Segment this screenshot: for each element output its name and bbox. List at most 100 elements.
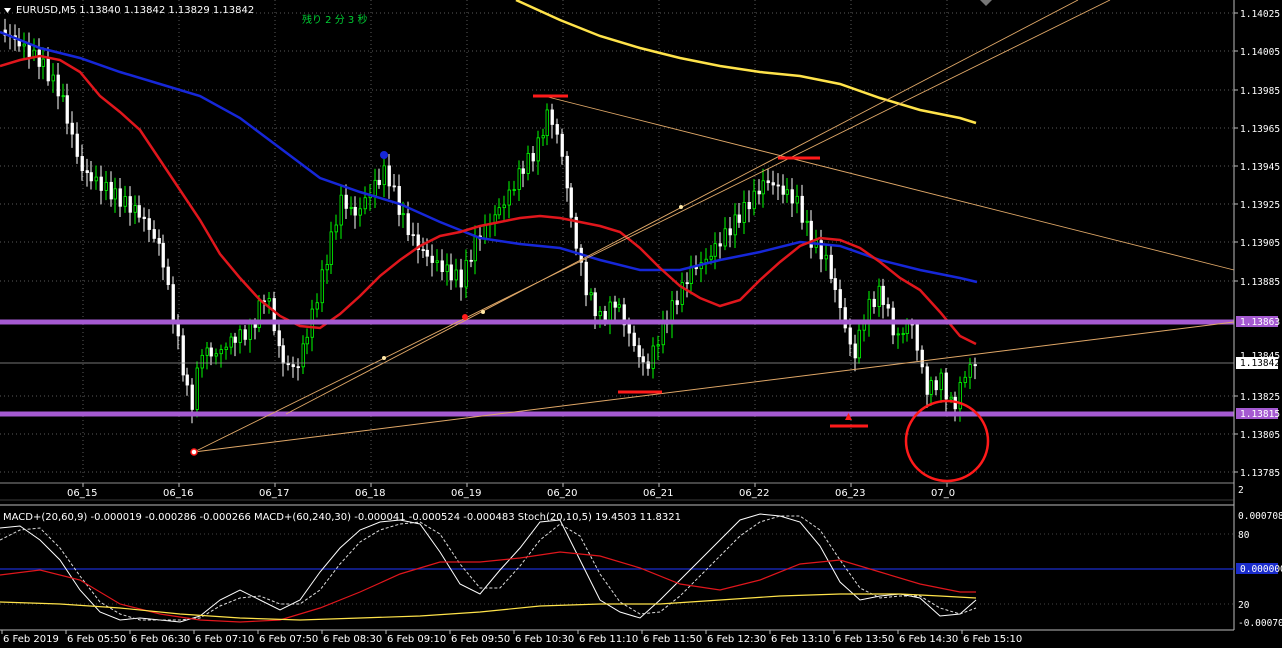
candle-body	[277, 330, 281, 347]
chart-shift-marker-icon[interactable]	[980, 0, 992, 6]
date-label: 06_20	[547, 488, 577, 499]
date-label: 06_22	[739, 488, 769, 499]
candle-body	[867, 298, 871, 324]
time-label: 6 Feb 11:10	[579, 634, 638, 645]
candle-body	[920, 349, 924, 368]
candle-body	[190, 384, 194, 410]
candle-body	[440, 260, 444, 273]
candle-body	[406, 213, 410, 236]
trend-anchor-point[interactable]	[382, 356, 386, 360]
candle-body	[171, 284, 175, 323]
moving-average-yellow	[515, 0, 977, 125]
candle-body	[99, 176, 103, 191]
candle-body	[934, 380, 938, 391]
candle-body	[781, 185, 785, 195]
candle-body	[142, 216, 146, 219]
candle-body	[886, 304, 890, 309]
blue-signal-dot	[380, 151, 388, 159]
trend-anchor-point[interactable]	[481, 310, 485, 314]
candle-body	[502, 204, 506, 209]
candle-body	[857, 329, 861, 359]
candle-body	[118, 188, 122, 207]
candle-body	[632, 332, 636, 347]
candle-body	[973, 364, 977, 367]
support-level-line[interactable]	[0, 411, 1234, 417]
current-price-badge: 1.13842	[1240, 358, 1280, 369]
candle-body	[80, 156, 84, 172]
candle-body	[339, 194, 343, 226]
candle-body	[209, 347, 213, 357]
candle-body	[757, 190, 761, 195]
candle-body	[349, 206, 353, 209]
indicator-zero-badge: 0.000000	[1240, 564, 1282, 575]
candle-body	[70, 122, 74, 135]
candle-body	[531, 153, 535, 162]
candle-body	[464, 259, 468, 288]
candle-body	[123, 196, 127, 207]
candle-body	[584, 261, 588, 296]
candle-body	[329, 231, 333, 265]
candle-body	[166, 266, 170, 285]
candle-body	[877, 285, 881, 307]
candle-body	[51, 74, 55, 82]
pivot-start-marker[interactable]	[190, 448, 198, 456]
candle-body	[296, 366, 300, 369]
candle-body	[267, 298, 271, 302]
candle-body	[363, 197, 367, 210]
time-label: 6 Feb 15:10	[963, 634, 1022, 645]
candle-body	[224, 346, 228, 350]
candle-body	[27, 43, 31, 57]
candle-body	[56, 74, 60, 97]
candle-body	[233, 336, 237, 343]
candle-body	[22, 43, 26, 47]
candle-body	[550, 109, 554, 125]
trend-anchor-point[interactable]	[679, 205, 683, 209]
candle-body	[65, 95, 69, 124]
candle-body	[89, 172, 93, 182]
candle-body	[147, 218, 151, 230]
candle-body	[387, 165, 391, 187]
candle-body	[473, 235, 477, 262]
candle-body	[963, 376, 967, 383]
moving-average-blue	[0, 30, 978, 284]
candle-body	[742, 201, 746, 223]
candle-body	[41, 58, 45, 67]
candle-body	[430, 255, 434, 263]
macd-slow-line	[0, 593, 977, 621]
candle-body	[675, 300, 679, 305]
candle-body	[32, 49, 36, 57]
candle-body	[128, 196, 132, 213]
candle-body	[344, 194, 348, 209]
candle-body	[421, 249, 425, 251]
candle-body	[392, 185, 396, 188]
candle-body	[382, 165, 386, 186]
swing-low-dot	[462, 314, 468, 320]
time-label: 6 Feb 13:50	[835, 634, 894, 645]
candle-body	[896, 333, 900, 336]
candle-body	[517, 168, 521, 190]
candle-body	[94, 176, 98, 182]
price-label: 1.13785	[1240, 468, 1280, 479]
candle-body	[718, 243, 722, 247]
candle-body	[373, 179, 377, 197]
candle-body	[526, 153, 530, 174]
candle-body	[75, 133, 79, 157]
candle-body	[838, 289, 842, 308]
stoch-main-line	[0, 513, 977, 623]
price-label: 1.14025	[1240, 9, 1280, 20]
candle-body	[766, 180, 770, 184]
candle-body	[752, 190, 756, 210]
candle-body	[152, 229, 156, 239]
candle-body	[157, 238, 161, 244]
candle-body	[843, 307, 847, 329]
candle-body	[536, 137, 540, 162]
candle-body	[214, 353, 218, 357]
candle-body	[320, 269, 324, 304]
resistance-level-line[interactable]	[0, 319, 1234, 325]
candle-body	[281, 345, 285, 364]
candle-body	[325, 264, 329, 271]
candle-body	[613, 301, 617, 308]
dropdown-arrow-icon[interactable]	[4, 8, 11, 13]
candle-body	[800, 195, 804, 223]
candle-body	[137, 205, 141, 218]
